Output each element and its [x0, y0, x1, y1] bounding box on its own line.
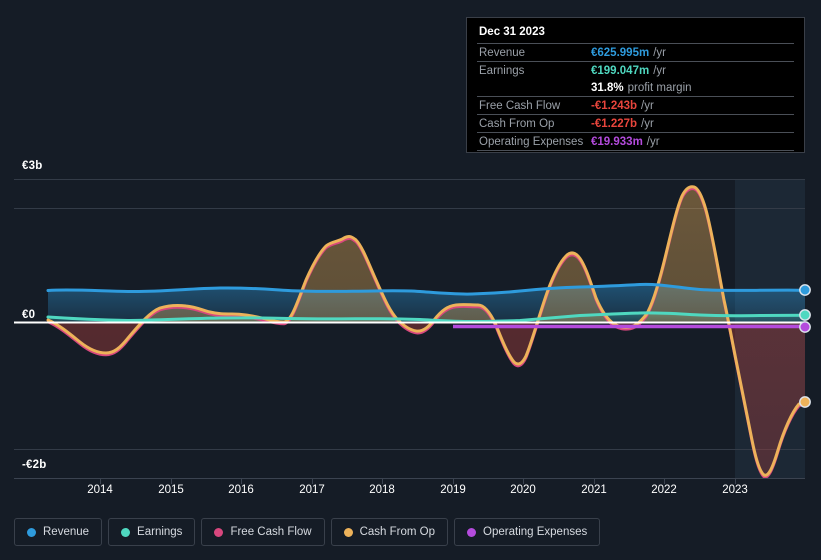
- x-axis-label-2021: 2021: [581, 484, 607, 496]
- y-axis-label-top: €3b: [22, 160, 43, 172]
- legend-dot-earnings-icon: [121, 527, 131, 537]
- tooltip-label-cash-from-op: Cash From Op: [479, 117, 555, 130]
- x-axis-label-2015: 2015: [158, 484, 184, 496]
- tooltip-label-operating-expenses: Operating Expenses: [479, 135, 584, 148]
- endpoint-marker-earnings: [799, 309, 811, 321]
- legend-label-free-cash-flow: Free Cash Flow: [230, 526, 312, 538]
- tooltip-value-revenue: €625.995m: [591, 46, 650, 59]
- x-axis-label-2017: 2017: [299, 484, 325, 496]
- legend-dot-revenue-icon: [27, 527, 36, 537]
- legend-item-earnings[interactable]: Earnings: [108, 518, 196, 546]
- tooltip-row-revenue: Revenue €625.995m /yr: [477, 43, 794, 61]
- tooltip-unit-cash-from-op: /yr: [641, 117, 654, 130]
- chart-page: €3b €0 -€2b 2014 2015 2016 2017 2018 201…: [0, 0, 821, 560]
- x-axis-label-2019: 2019: [440, 484, 466, 496]
- legend-label-cash-from-op: Cash From Op: [359, 526, 436, 538]
- x-axis-label-2016: 2016: [228, 484, 254, 496]
- tooltip-value-free-cash-flow: -€1.243b: [591, 99, 638, 112]
- legend-label-operating-expenses: Operating Expenses: [483, 526, 588, 538]
- tooltip-row-cash-from-op: Cash From Op -€1.227b /yr: [477, 114, 794, 132]
- x-axis-label-2023: 2023: [722, 484, 748, 496]
- tooltip-date: Dec 31 2023: [479, 26, 545, 38]
- y-axis-label-bottom: -€2b: [22, 459, 47, 471]
- tooltip-value-cash-from-op: -€1.227b: [591, 117, 638, 130]
- x-axis-label-2014: 2014: [87, 484, 113, 496]
- x-axis-label-2022: 2022: [651, 484, 677, 496]
- tooltip-unit-operating-expenses: /yr: [646, 135, 660, 148]
- tooltip-row-free-cash-flow: Free Cash Flow -€1.243b /yr: [477, 96, 794, 114]
- legend-dot-cash-from-op-icon: [343, 527, 353, 537]
- tooltip-unit-free-cash-flow: /yr: [641, 99, 654, 112]
- legend-label-revenue: Revenue: [43, 526, 90, 538]
- tooltip-label-revenue: Revenue: [479, 46, 526, 59]
- tooltip-value-operating-expenses: €19.933m: [591, 135, 643, 148]
- legend-item-operating-expenses[interactable]: Operating Expenses: [454, 518, 601, 546]
- endpoint-marker-operatingexpenses: [799, 321, 811, 333]
- tooltip-unit-revenue: /yr: [653, 46, 666, 59]
- data-tooltip: Dec 31 2023 Revenue €625.995m /yr Earnin…: [466, 17, 805, 153]
- tooltip-row-earnings: Earnings €199.047m /yr: [477, 61, 794, 79]
- tooltip-value-earnings: €199.047m: [591, 64, 650, 77]
- tooltip-label-earnings: Earnings: [479, 64, 525, 77]
- legend-item-revenue[interactable]: Revenue: [14, 518, 103, 546]
- tooltip-value-profit-margin: 31.8%: [591, 81, 624, 94]
- endpoint-marker-revenue: [799, 284, 811, 296]
- tooltip-label-profit-margin: profit margin: [627, 81, 692, 94]
- legend-item-cash-from-op[interactable]: Cash From Op: [330, 518, 449, 546]
- legend-item-free-cash-flow[interactable]: Free Cash Flow: [201, 518, 325, 546]
- tooltip-unit-earnings: /yr: [653, 64, 666, 77]
- tooltip-label-free-cash-flow: Free Cash Flow: [479, 99, 561, 112]
- legend-dot-operating-expenses-icon: [467, 527, 477, 537]
- y-axis-label-zero: €0: [22, 309, 36, 321]
- tooltip-row-operating-expenses: Operating Expenses €19.933m /yr: [477, 132, 794, 150]
- endpoint-marker-cashfromop: [799, 396, 811, 408]
- legend-label-earnings: Earnings: [137, 526, 183, 538]
- x-axis-label-2018: 2018: [369, 484, 395, 496]
- tooltip-bottom-rule: [477, 150, 794, 153]
- x-axis-label-2020: 2020: [510, 484, 536, 496]
- chart-legend: Revenue Earnings Free Cash Flow Cash Fro…: [14, 518, 601, 546]
- legend-dot-free-cash-flow-icon: [214, 527, 224, 537]
- tooltip-row-profit-margin: 31.8% profit margin: [477, 79, 794, 96]
